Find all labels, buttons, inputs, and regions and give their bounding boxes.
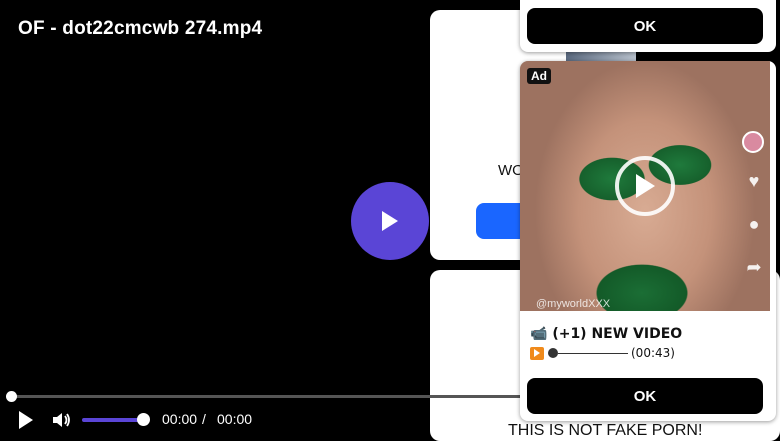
ad-side-icons: ♥ ● ➦	[742, 131, 766, 300]
ad-play-button[interactable]	[615, 156, 675, 216]
play-icon	[19, 411, 33, 429]
ad-watermark: @myworldXXX	[536, 298, 611, 310]
big-play-button[interactable]	[351, 182, 429, 260]
ad-duration: (00:43)	[631, 346, 675, 360]
play-icon	[382, 211, 398, 231]
play-icon	[530, 346, 544, 360]
comment-icon: ●	[748, 214, 760, 234]
time-separator: /	[202, 411, 206, 427]
duration: 00:00	[217, 411, 253, 427]
video-camera-icon: 📹	[530, 326, 548, 342]
ad-badge: Ad	[527, 68, 551, 84]
mute-button[interactable]	[52, 411, 72, 429]
play-button[interactable]	[17, 410, 37, 430]
share-icon: ➦	[746, 257, 762, 277]
heart-icon: ♥	[748, 171, 760, 191]
progress-dot	[548, 348, 558, 358]
volume-icon	[53, 413, 70, 427]
play-icon	[636, 174, 655, 198]
volume-handle[interactable]	[137, 413, 150, 426]
ad-popup[interactable]: Ad ♥ ● ➦ @myworldXXX 📹 (+1) NEW VIDEO (0…	[520, 61, 776, 421]
ad-ok-button[interactable]: OK	[527, 378, 763, 414]
avatar	[742, 131, 764, 153]
card-2-text: THIS IS NOT FAKE PORN!	[508, 422, 703, 439]
current-time: 00:00	[162, 411, 198, 427]
video-title: OF - dot22cmcwb 274.mp4	[18, 18, 263, 39]
seek-handle[interactable]	[6, 391, 17, 402]
progress-line	[558, 352, 628, 354]
ad-headline-text: (+1) NEW VIDEO	[552, 326, 683, 342]
ad-top-ok-button[interactable]: OK	[527, 8, 763, 44]
ad-headline: 📹 (+1) NEW VIDEO	[530, 326, 682, 342]
ad-fake-player: (00:43)	[530, 346, 675, 360]
